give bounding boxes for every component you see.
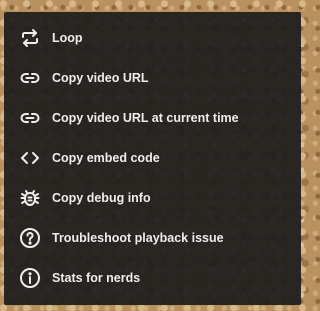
menu-item-label: Copy embed code xyxy=(52,151,160,165)
menu-item-stats-for-nerds[interactable]: Stats for nerds xyxy=(4,258,301,298)
menu-item-troubleshoot-playback[interactable]: Troubleshoot playback issue xyxy=(4,218,301,258)
loop-icon xyxy=(18,26,42,50)
menu-item-label: Copy video URL at current time xyxy=(52,111,239,125)
menu-item-label: Loop xyxy=(52,31,83,45)
menu-item-label: Copy debug info xyxy=(52,191,151,205)
menu-item-label: Troubleshoot playback issue xyxy=(52,231,224,245)
menu-item-copy-video-url[interactable]: Copy video URL xyxy=(4,58,301,98)
menu-item-label: Stats for nerds xyxy=(52,271,141,285)
menu-item-copy-debug-info[interactable]: Copy debug info xyxy=(4,178,301,218)
context-menu: Loop Copy video URL Copy video URL at cu… xyxy=(4,12,301,305)
info-circle-icon xyxy=(18,266,42,290)
bug-icon xyxy=(18,186,42,210)
code-icon xyxy=(18,146,42,170)
menu-item-label: Copy video URL xyxy=(52,71,149,85)
help-circle-icon xyxy=(18,226,42,250)
menu-item-copy-video-url-at-time[interactable]: Copy video URL at current time xyxy=(4,98,301,138)
link-icon xyxy=(18,106,42,130)
menu-item-copy-embed-code[interactable]: Copy embed code xyxy=(4,138,301,178)
menu-item-loop[interactable]: Loop xyxy=(4,18,301,58)
link-icon xyxy=(18,66,42,90)
